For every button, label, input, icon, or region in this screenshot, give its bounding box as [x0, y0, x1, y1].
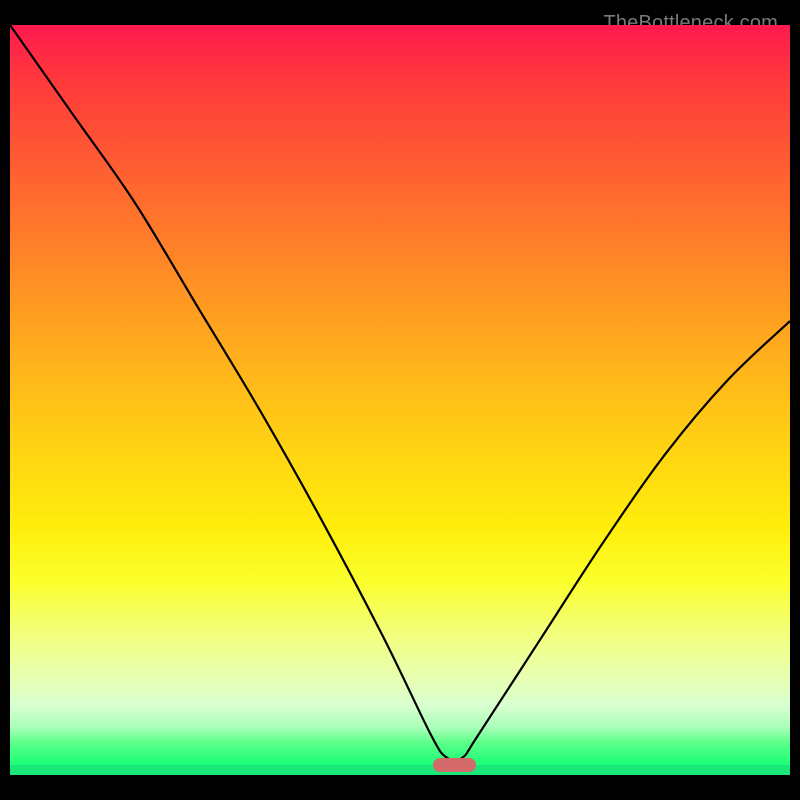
chart-baseline-bar [10, 765, 790, 775]
chart-background-gradient [10, 25, 790, 765]
chart-frame: TheBottleneck.com [10, 10, 790, 790]
optimal-range-marker [433, 758, 477, 772]
